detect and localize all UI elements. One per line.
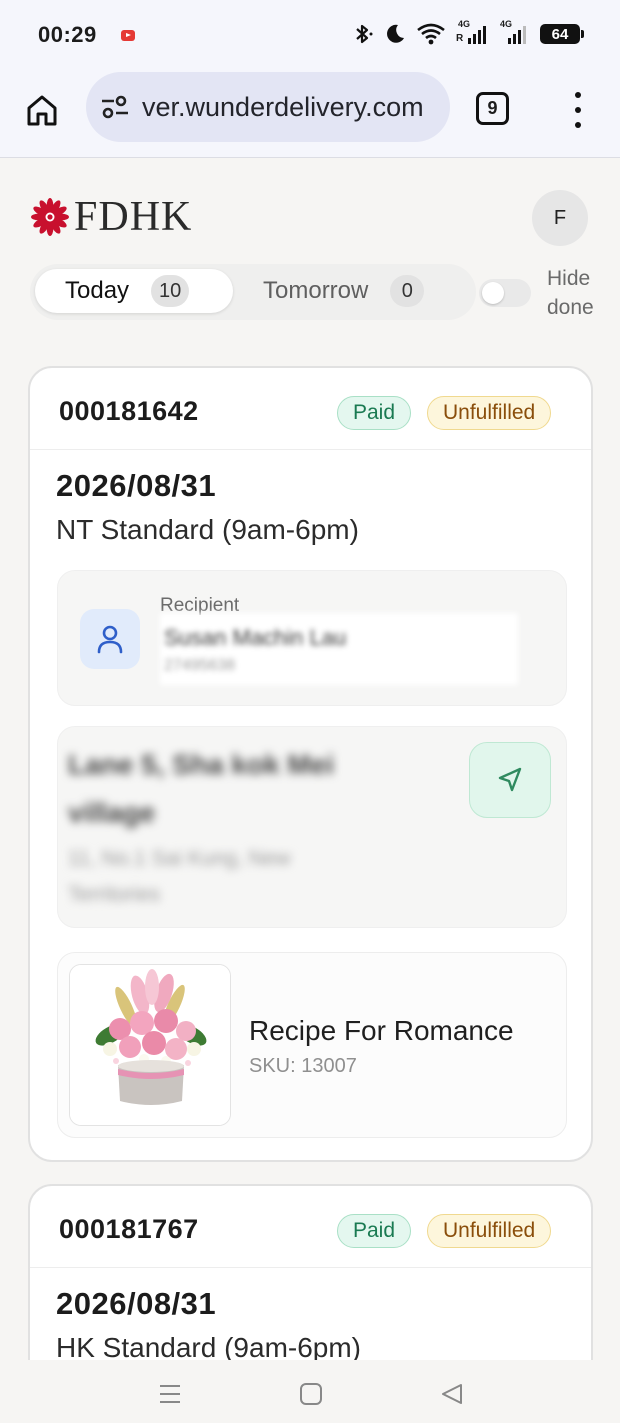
address-bar[interactable]: ver.wunderdelivery.com <box>86 72 450 142</box>
wifi-icon <box>416 23 446 45</box>
screen: 00:29 4G R 4G 64 ver.wunderdelivery.com … <box>0 0 620 1423</box>
recipient-details-redacted: Susan Machin Lau 27495638 <box>160 613 518 685</box>
recipient-name: Susan Machin Lau <box>164 625 347 650</box>
battery-level: 64 <box>551 25 569 43</box>
bluetooth-icon <box>352 22 374 46</box>
more-vert-icon[interactable] <box>566 92 590 128</box>
hide-done-label-line: Hide <box>547 267 591 290</box>
system-navigation-bar <box>0 1360 620 1423</box>
home-icon <box>27 95 57 126</box>
hide-done-label-line: done <box>547 296 594 319</box>
product-item[interactable]: Recipe For Romance SKU: 13007 <box>57 952 567 1138</box>
browser-home-button[interactable] <box>22 90 62 130</box>
delivery-service: NT Standard (9am-6pm) <box>56 514 359 545</box>
address-redacted: Lane 5, Sha kok Mei village 11, No.1 Sai… <box>68 741 398 913</box>
hide-done-toggle[interactable] <box>479 279 531 307</box>
day-tabs: Today 10 Tomorrow 0 <box>30 264 476 320</box>
url-text[interactable]: ver.wunderdelivery.com <box>142 92 424 123</box>
address-district: 11, No.1 Sai Kung, New Territories <box>68 841 398 913</box>
product-image <box>69 964 231 1126</box>
tab-count-badge: 0 <box>390 275 425 307</box>
product-sku: SKU: 13007 <box>249 1055 357 1077</box>
payment-status-badge: Paid <box>337 1214 412 1248</box>
tab-label: Today <box>65 277 130 304</box>
address-line: Lane 5, Sha kok Mei village <box>68 741 398 837</box>
address-section: Lane 5, Sha kok Mei village 11, No.1 Sai… <box>57 726 567 928</box>
flower-bouquet-image <box>70 965 230 1125</box>
address-district-part: 11, No.1 Sai Kung, New <box>68 847 291 870</box>
signal-icon: 4G R <box>456 19 490 46</box>
site-info-icon[interactable] <box>100 94 130 125</box>
recipient-section[interactable]: Recipient Susan Machin Lau 27495638 <box>57 570 567 706</box>
order-header: 000181642 Paid Unfulfilled <box>30 368 591 450</box>
tab-count: 9 <box>487 98 498 118</box>
status-time: 00:29 <box>38 22 97 47</box>
payment-status-badge: Paid <box>337 396 412 430</box>
tab-today[interactable]: Today 10 <box>35 269 233 313</box>
address-district-part: Territories <box>68 883 161 906</box>
status-bar: 00:29 4G R 4G 64 <box>0 0 620 72</box>
address-line-part: village <box>68 797 156 828</box>
signal-icon: 4G <box>500 19 530 46</box>
recents-icon[interactable] <box>158 1382 182 1411</box>
order-number: 000181767 <box>59 1214 199 1244</box>
flower-logo-icon <box>31 198 69 236</box>
screen-record-icon <box>121 30 135 41</box>
tab-label: Tomorrow <box>263 277 369 304</box>
fulfillment-status-badge: Unfulfilled <box>427 1214 552 1248</box>
person-icon <box>80 609 140 669</box>
delivery-date: 2026/08/31 <box>56 468 217 503</box>
order-card[interactable]: 000181642 Paid Unfulfilled 2026/08/31 NT… <box>28 366 593 1162</box>
order-number: 000181642 <box>59 396 199 426</box>
fulfillment-status-badge: Unfulfilled <box>427 396 552 430</box>
logo-text: FDHK <box>74 194 193 240</box>
tab-count-badge: 10 <box>151 275 190 307</box>
roaming-label: R <box>456 33 464 44</box>
tabs-button[interactable]: 9 <box>476 92 509 125</box>
tab-tomorrow[interactable]: Tomorrow 0 <box>263 269 463 313</box>
user-avatar[interactable]: F <box>532 190 588 246</box>
status-icons: 4G R 4G 64 <box>352 19 584 46</box>
battery-icon: 64 <box>540 24 584 44</box>
avatar-initial: F <box>553 206 567 229</box>
hide-done-label: Hide done <box>547 264 594 322</box>
home-square-icon[interactable] <box>299 1382 323 1411</box>
navigation-arrow-icon <box>498 767 522 792</box>
order-header: 000181767 Paid Unfulfilled <box>30 1186 591 1268</box>
browser-toolbar: ver.wunderdelivery.com 9 <box>0 72 620 158</box>
navigate-button[interactable] <box>469 742 551 818</box>
back-triangle-icon[interactable] <box>440 1382 464 1411</box>
product-name: Recipe For Romance <box>249 1015 514 1046</box>
moon-icon <box>384 23 406 45</box>
brand-logo[interactable]: FDHK <box>30 196 192 238</box>
recipient-phone: 27495638 <box>164 657 236 674</box>
address-line-part: Lane 5, Sha kok Mei <box>68 749 335 780</box>
delivery-date: 2026/08/31 <box>56 1286 217 1321</box>
